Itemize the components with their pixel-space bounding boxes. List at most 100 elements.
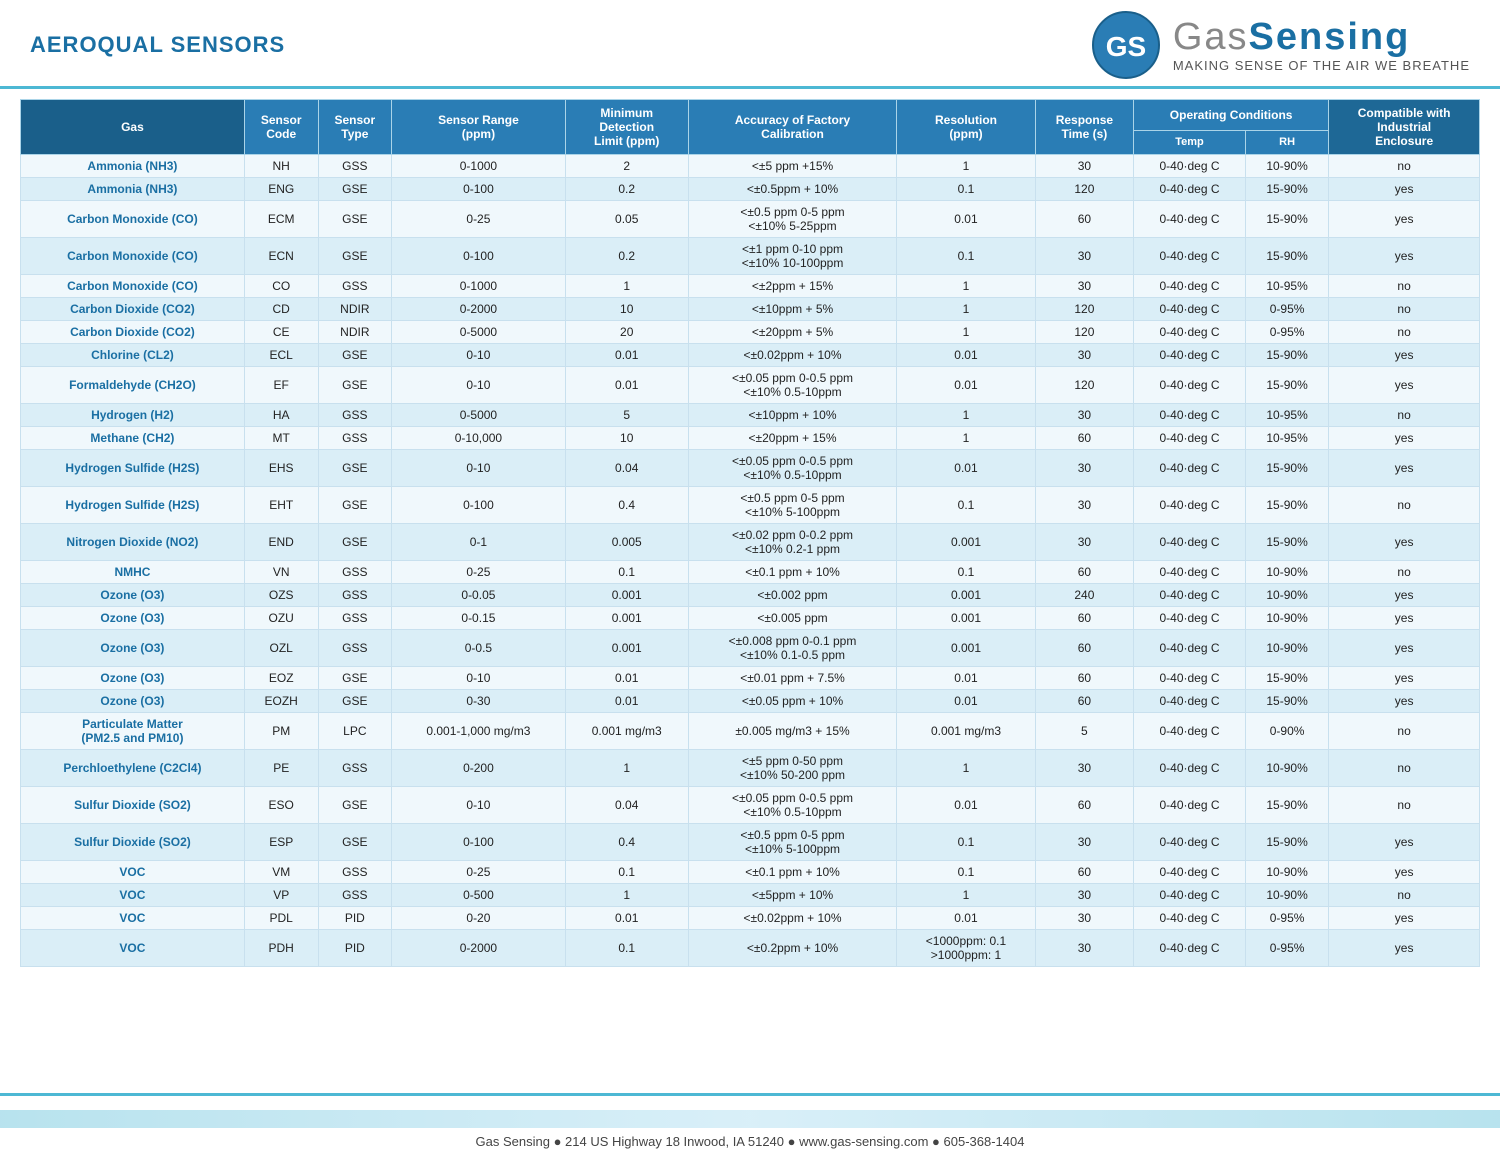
- cell-resolution: 0.001 mg/m3: [897, 713, 1035, 750]
- cell-gas: Methane (CH2): [21, 427, 245, 450]
- cell-rh: 15-90%: [1245, 367, 1328, 404]
- cell-response: 60: [1035, 630, 1133, 667]
- cell-accuracy: ±0.005 mg/m3 + 15%: [688, 713, 897, 750]
- cell-compat: no: [1329, 298, 1480, 321]
- cell-response: 5: [1035, 713, 1133, 750]
- cell-min-det: 0.001: [565, 630, 688, 667]
- cell-gas: Carbon Dioxide (CO2): [21, 298, 245, 321]
- cell-range: 0-0.15: [392, 607, 566, 630]
- cell-type: GSS: [318, 861, 392, 884]
- cell-gas: Ozone (O3): [21, 630, 245, 667]
- cell-gas: VOC: [21, 861, 245, 884]
- cell-response: 60: [1035, 861, 1133, 884]
- cell-rh: 10-95%: [1245, 275, 1328, 298]
- cell-min-det: 10: [565, 427, 688, 450]
- cell-temp: 0-40·deg C: [1134, 561, 1246, 584]
- cell-code: ECL: [244, 344, 318, 367]
- table-row: Carbon Monoxide (CO)COGSS0-10001<±2ppm +…: [21, 275, 1480, 298]
- cell-range: 0-10: [392, 787, 566, 824]
- cell-range: 0-10: [392, 344, 566, 367]
- cell-rh: 0-95%: [1245, 298, 1328, 321]
- cell-gas: Nitrogen Dioxide (NO2): [21, 524, 245, 561]
- cell-temp: 0-40·deg C: [1134, 201, 1246, 238]
- table-row: Ozone (O3)EOZGSE0-100.01<±0.01 ppm + 7.5…: [21, 667, 1480, 690]
- cell-compat: yes: [1329, 667, 1480, 690]
- cell-min-det: 0.005: [565, 524, 688, 561]
- cell-code: CO: [244, 275, 318, 298]
- cell-code: ENG: [244, 178, 318, 201]
- cell-accuracy: <±5 ppm +15%: [688, 155, 897, 178]
- cell-rh: 15-90%: [1245, 178, 1328, 201]
- cell-temp: 0-40·deg C: [1134, 667, 1246, 690]
- table-row: Nitrogen Dioxide (NO2)ENDGSE0-10.005<±0.…: [21, 524, 1480, 561]
- table-header-row: Gas SensorCode SensorType Sensor Range(p…: [21, 100, 1480, 131]
- cell-gas: VOC: [21, 930, 245, 967]
- table-row: VOCPDHPID0-20000.1<±0.2ppm + 10%<1000ppm…: [21, 930, 1480, 967]
- cell-range: 0-25: [392, 561, 566, 584]
- cell-accuracy: <±0.02ppm + 10%: [688, 907, 897, 930]
- cell-accuracy: <±0.02 ppm 0-0.2 ppm<±10% 0.2-1 ppm: [688, 524, 897, 561]
- cell-temp: 0-40·deg C: [1134, 584, 1246, 607]
- cell-resolution: 0.01: [897, 907, 1035, 930]
- cell-gas: Carbon Dioxide (CO2): [21, 321, 245, 344]
- cell-accuracy: <±20ppm + 15%: [688, 427, 897, 450]
- cell-gas: Formaldehyde (CH2O): [21, 367, 245, 404]
- cell-resolution: 0.01: [897, 201, 1035, 238]
- table-row: Sulfur Dioxide (SO2)ESOGSE0-100.04<±0.05…: [21, 787, 1480, 824]
- cell-resolution: 0.01: [897, 787, 1035, 824]
- cell-type: GSS: [318, 884, 392, 907]
- cell-gas: Ammonia (NH3): [21, 155, 245, 178]
- cell-code: ESP: [244, 824, 318, 861]
- cell-accuracy: <±5ppm + 10%: [688, 884, 897, 907]
- table-row: Ozone (O3)EOZHGSE0-300.01<±0.05 ppm + 10…: [21, 690, 1480, 713]
- table-row: Ozone (O3)OZLGSS0-0.50.001<±0.008 ppm 0-…: [21, 630, 1480, 667]
- table-row: Perchloethylene (C2Cl4)PEGSS0-2001<±5 pp…: [21, 750, 1480, 787]
- cell-type: GSE: [318, 238, 392, 275]
- cell-min-det: 0.2: [565, 238, 688, 275]
- cell-resolution: 0.01: [897, 690, 1035, 713]
- cell-gas: Carbon Monoxide (CO): [21, 201, 245, 238]
- table-row: Carbon Monoxide (CO)ECNGSE0-1000.2<±1 pp…: [21, 238, 1480, 275]
- cell-code: OZL: [244, 630, 318, 667]
- cell-type: PID: [318, 930, 392, 967]
- cell-resolution: 0.01: [897, 344, 1035, 367]
- cell-response: 30: [1035, 344, 1133, 367]
- col-sensor-type: SensorType: [318, 100, 392, 155]
- cell-code: VP: [244, 884, 318, 907]
- cell-accuracy: <±20ppm + 5%: [688, 321, 897, 344]
- cell-temp: 0-40·deg C: [1134, 367, 1246, 404]
- cell-type: GSS: [318, 427, 392, 450]
- cell-rh: 10-90%: [1245, 630, 1328, 667]
- col-compatible: Compatible withIndustrialEnclosure: [1329, 100, 1480, 155]
- logo-area: GS GasSensing MAKING SENSE OF THE AIR WE…: [1091, 10, 1470, 80]
- cell-temp: 0-40·deg C: [1134, 321, 1246, 344]
- cell-temp: 0-40·deg C: [1134, 450, 1246, 487]
- footer-wave: [0, 1110, 1500, 1128]
- cell-compat: no: [1329, 713, 1480, 750]
- table-row: Chlorine (CL2)ECLGSE0-100.01<±0.02ppm + …: [21, 344, 1480, 367]
- cell-compat: yes: [1329, 607, 1480, 630]
- cell-gas: Carbon Monoxide (CO): [21, 238, 245, 275]
- cell-response: 120: [1035, 367, 1133, 404]
- cell-accuracy: <±0.2ppm + 10%: [688, 930, 897, 967]
- cell-accuracy: <±0.1 ppm + 10%: [688, 861, 897, 884]
- cell-accuracy: <±0.02ppm + 10%: [688, 344, 897, 367]
- cell-response: 60: [1035, 427, 1133, 450]
- cell-response: 30: [1035, 524, 1133, 561]
- cell-rh: 15-90%: [1245, 450, 1328, 487]
- cell-resolution: 0.1: [897, 487, 1035, 524]
- cell-compat: yes: [1329, 584, 1480, 607]
- cell-resolution: 1: [897, 298, 1035, 321]
- cell-compat: no: [1329, 155, 1480, 178]
- sensors-table: Gas SensorCode SensorType Sensor Range(p…: [20, 99, 1480, 967]
- col-accuracy: Accuracy of FactoryCalibration: [688, 100, 897, 155]
- footer: Gas Sensing ● 214 US Highway 18 Inwood, …: [0, 1093, 1500, 1159]
- cell-code: ECN: [244, 238, 318, 275]
- cell-code: NH: [244, 155, 318, 178]
- cell-compat: yes: [1329, 930, 1480, 967]
- cell-gas: Ammonia (NH3): [21, 178, 245, 201]
- cell-resolution: 0.1: [897, 861, 1035, 884]
- cell-gas: NMHC: [21, 561, 245, 584]
- cell-rh: 10-95%: [1245, 427, 1328, 450]
- table-row: Ozone (O3)OZUGSS0-0.150.001<±0.005 ppm0.…: [21, 607, 1480, 630]
